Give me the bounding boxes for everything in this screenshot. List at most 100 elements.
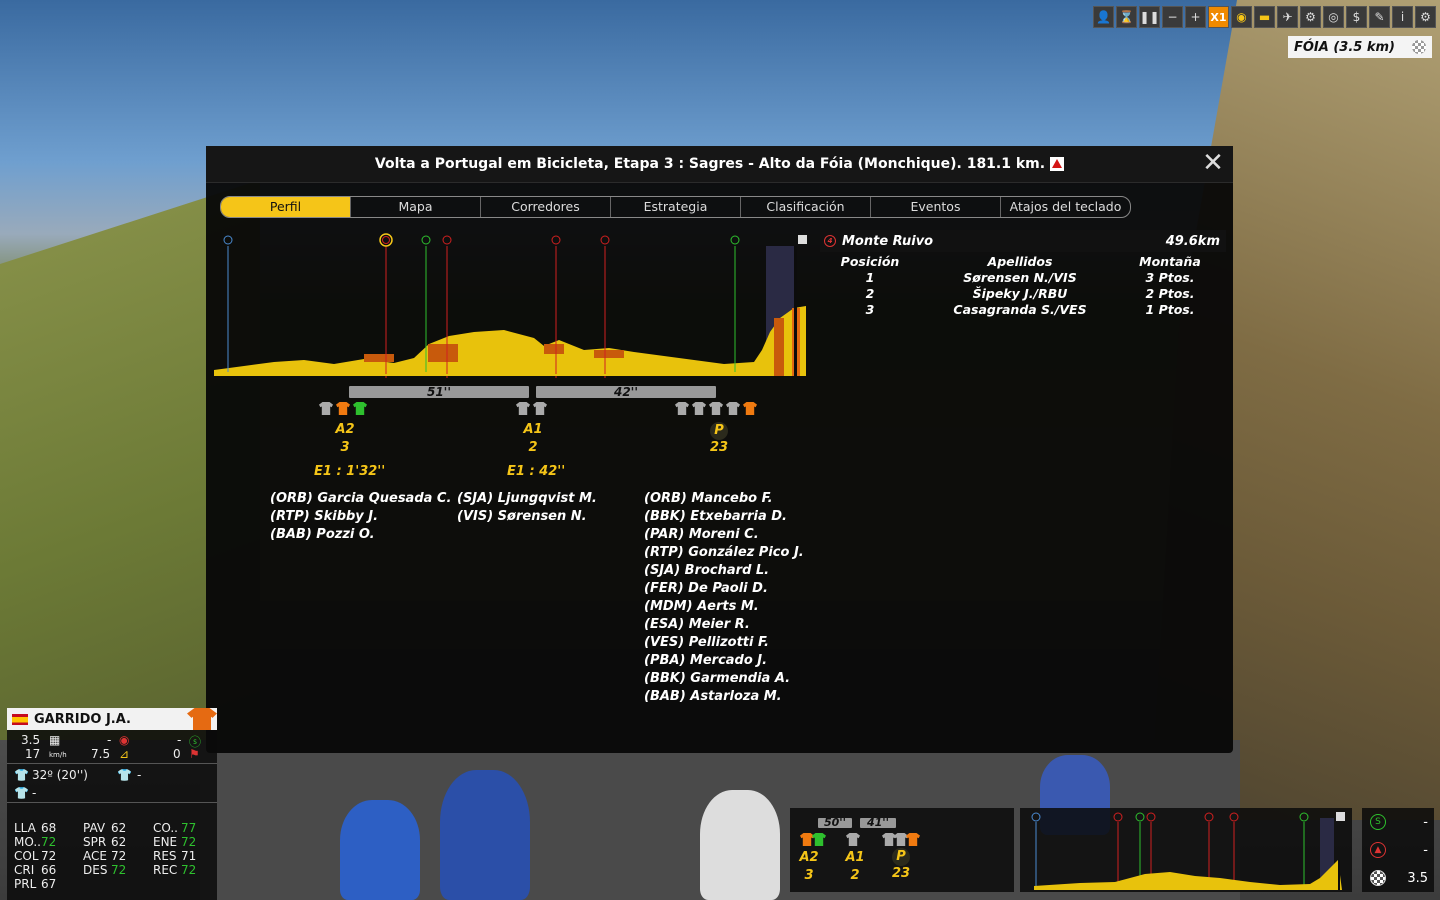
rider-entry[interactable]: (ESA) Meier R.: [644, 616, 804, 634]
divider: [7, 802, 217, 803]
rider-entry[interactable]: (ORB) Mancebo F.: [644, 490, 804, 508]
mini-group-p[interactable]: P 23: [882, 848, 920, 884]
helicopter-icon[interactable]: ✈: [1277, 6, 1298, 28]
cell-points: 1 Ptos.: [1145, 302, 1195, 317]
table-row: 1 Sørensen N./VIS 3 Ptos.: [820, 270, 1230, 286]
jersey-icon: [533, 402, 547, 415]
user-icon[interactable]: 👤: [1093, 6, 1114, 28]
rider-entry[interactable]: (PBA) Mercado J.: [644, 652, 804, 670]
rider-entry[interactable]: (MDM) Aerts M.: [644, 598, 804, 616]
tab-estrategia[interactable]: Estrategia: [611, 197, 741, 217]
divider: [7, 763, 217, 764]
mini-group-a1[interactable]: A1 2: [836, 850, 874, 886]
jersey-icon: [846, 833, 860, 846]
rider-entry[interactable]: (VIS) Sørensen N.: [457, 508, 597, 526]
speed-x1-button[interactable]: X1: [1208, 6, 1229, 28]
tab-clasificacion[interactable]: Clasificación: [741, 197, 871, 217]
top-toolbar: 👤 ⌛ ❚❚ − + X1 ◉ ▬ ✈ ⚙ ◎ $ ✎ i ⚙: [1093, 6, 1436, 28]
rider-entry[interactable]: (ORB) Garcia Quesada C.: [270, 490, 451, 508]
rider-entry[interactable]: (VES) Pellizotti F.: [644, 634, 804, 652]
mini-stat-sprint: S -: [1362, 808, 1434, 836]
rider-entry[interactable]: (BBK) Garmendia A.: [644, 670, 804, 688]
rider-entry[interactable]: (SJA) Brochard L.: [644, 562, 804, 580]
mountain-icon[interactable]: [551, 235, 561, 245]
mini-stat-mountain: ▲ -: [1362, 836, 1434, 864]
mountain-value: -: [1423, 842, 1428, 858]
gc-position: 32º (20''): [32, 768, 88, 782]
yellow-jersey-icon: 👕: [14, 768, 29, 782]
table-header: Posición Apellidos Montaña: [820, 254, 1230, 270]
rider-entry[interactable]: (SJA) Ljungqvist M.: [457, 490, 597, 508]
stat-value: 72: [111, 863, 127, 877]
jersey-icon: [353, 402, 367, 415]
sprint-icon[interactable]: [730, 235, 740, 245]
jersey-icon: [319, 402, 333, 415]
rider-entry[interactable]: (PAR) Moreni C.: [644, 526, 804, 544]
tab-eventos[interactable]: Eventos: [871, 197, 1001, 217]
rider-entry[interactable]: (BAB) Astarloza M.: [644, 688, 804, 706]
rider-entry[interactable]: (BAB) Pozzi O.: [270, 526, 451, 544]
minus-icon[interactable]: −: [1162, 6, 1183, 28]
sprint-value: -: [1423, 814, 1428, 830]
rider-entry[interactable]: (FER) De Paoli D.: [644, 580, 804, 598]
rider-entry[interactable]: (BBK) Etxebarria D.: [644, 508, 804, 526]
wrench-icon[interactable]: ✎: [1369, 6, 1390, 28]
car-icon[interactable]: ▬: [1254, 6, 1275, 28]
jersey-icon: [906, 833, 920, 846]
stat-label: DES: [83, 863, 108, 877]
group-a1[interactable]: A1 2: [493, 422, 573, 458]
group-count: 2: [528, 440, 538, 455]
finish-flag-icon[interactable]: [798, 235, 807, 244]
finish-flag-icon: [1336, 812, 1345, 821]
stage-profile-chart[interactable]: [214, 232, 808, 380]
mini-groups-panel[interactable]: 50'' 41'' A2 3 A1 2 P 23: [790, 808, 1014, 892]
rider-info-panel[interactable]: GARRIDO J.A. 3.5 ▦ 17 km/h - ◉ 7.5 ⊿ - ⓢ…: [7, 708, 217, 900]
close-button[interactable]: ✕: [1201, 150, 1225, 176]
tab-corredores[interactable]: Corredores: [481, 197, 611, 217]
motorbike-icon[interactable]: ⚙: [1300, 6, 1321, 28]
mini-profile-panel[interactable]: [1020, 808, 1352, 892]
stat-label: MO..: [14, 835, 41, 849]
stat-value: 66: [41, 863, 57, 877]
dollar-icon[interactable]: $: [1346, 6, 1367, 28]
stage-modal: Volta a Portugal em Bicicleta, Etapa 3 :…: [206, 146, 1233, 753]
group-peloton[interactable]: P 23: [679, 422, 759, 458]
tab-atajos[interactable]: Atajos del teclado: [1001, 197, 1130, 217]
rider-entry[interactable]: (RTP) Skibby J.: [270, 508, 451, 526]
mountain-icon[interactable]: [442, 235, 452, 245]
stat-value: 62: [111, 821, 127, 835]
group-a2[interactable]: A2 3: [305, 422, 385, 458]
header-apellidos: Apellidos: [987, 254, 1053, 269]
tab-mapa[interactable]: Mapa: [351, 197, 481, 217]
stat-value: 62: [111, 835, 127, 849]
rider-distance: 3.5: [21, 733, 41, 747]
jersey-icon: [800, 833, 814, 846]
mountain-icon: [1229, 812, 1239, 822]
header-posicion: Posición: [840, 254, 900, 269]
jersey-icon: [336, 402, 350, 415]
rider-entry[interactable]: (RTP) González Pico J.: [644, 544, 804, 562]
stat-value: 72: [41, 849, 57, 863]
cell-rider: Šipeky J./RBU: [972, 286, 1068, 301]
selected-climb-icon[interactable]: [379, 233, 393, 247]
rider-name: GARRIDO J.A.: [34, 711, 131, 727]
stat-label: REC: [153, 863, 178, 877]
mini-group-a2[interactable]: A2 3: [790, 850, 828, 886]
scene-rider: [700, 790, 780, 900]
start-icon[interactable]: [223, 235, 233, 245]
table-row: 3 Casagranda S./VES 1 Ptos.: [820, 302, 1230, 318]
cell-rider: Casagranda S./VES: [953, 302, 1087, 317]
header-montana: Montaña: [1139, 254, 1201, 269]
mountain-icon[interactable]: [600, 235, 610, 245]
eye-icon[interactable]: ◉: [1231, 6, 1252, 28]
tab-perfil[interactable]: Perfil: [221, 197, 351, 217]
stat-label: RES: [153, 849, 177, 863]
sprint-icon[interactable]: [421, 235, 431, 245]
info-icon[interactable]: i: [1392, 6, 1413, 28]
plus-icon[interactable]: +: [1185, 6, 1206, 28]
wheel-icon[interactable]: ◎: [1323, 6, 1344, 28]
pause-icon[interactable]: ❚❚: [1139, 6, 1160, 28]
hourglass-icon[interactable]: ⌛: [1116, 6, 1137, 28]
mountain-cat-icon: 4: [824, 235, 836, 247]
gear-icon[interactable]: ⚙: [1415, 6, 1436, 28]
